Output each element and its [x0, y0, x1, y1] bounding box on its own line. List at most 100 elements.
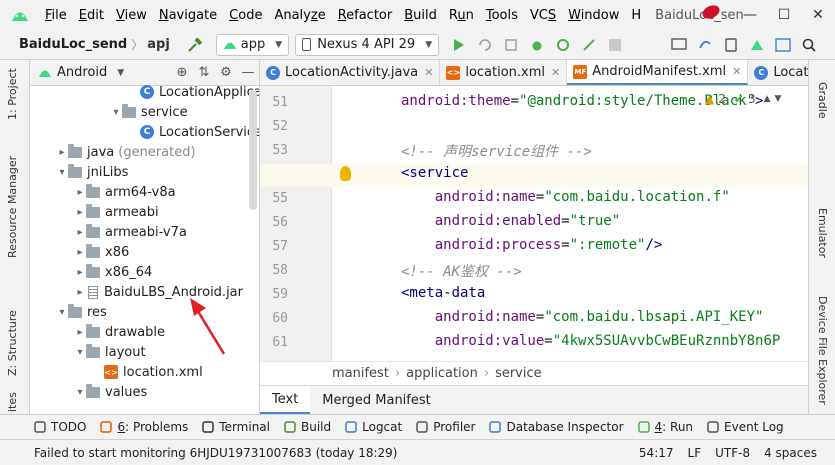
- tab-device-file-explorer[interactable]: Device File Explorer: [816, 296, 829, 405]
- line-separator[interactable]: LF: [688, 446, 702, 460]
- chevron-down-icon[interactable]: ▾: [110, 107, 122, 118]
- close-icon[interactable]: ✕: [801, 7, 835, 23]
- breadcrumb-manifest[interactable]: manifest: [332, 366, 389, 381]
- menu-navigate[interactable]: Navigate: [153, 8, 223, 23]
- menu-file[interactable]: File: [39, 8, 73, 23]
- tree-item-arm64-v8a[interactable]: ▸ arm64-v8a: [74, 182, 176, 202]
- menu-run[interactable]: Run: [443, 8, 480, 23]
- tool-terminal[interactable]: Terminal: [202, 420, 270, 434]
- menu-window[interactable]: Window: [562, 8, 625, 23]
- menu-view[interactable]: View: [110, 8, 153, 23]
- menu-tools[interactable]: Tools: [480, 8, 524, 23]
- tree-item-jnilibs[interactable]: ▾ jniLibs: [56, 162, 128, 182]
- chevron-right-icon[interactable]: ▸: [74, 327, 86, 338]
- tab-structure[interactable]: Z: Structure: [6, 310, 19, 376]
- breadcrumb-application[interactable]: application: [406, 366, 478, 381]
- tree-item-values[interactable]: ▾ values: [74, 382, 147, 402]
- chevron-down-icon[interactable]: ▾: [74, 347, 86, 358]
- tab-resource-manager[interactable]: Resource Manager: [6, 156, 19, 258]
- gear-icon[interactable]: ⚙: [215, 65, 237, 80]
- run-icon[interactable]: [448, 34, 470, 56]
- close-icon[interactable]: ✕: [732, 65, 741, 78]
- device-dropdown[interactable]: Nexus 4 API 29 ▼: [295, 33, 440, 56]
- menu-vcs[interactable]: VCS: [524, 8, 562, 23]
- collapse-all-icon[interactable]: ⇅: [193, 65, 215, 80]
- tool-build[interactable]: Build: [284, 420, 331, 434]
- tool-logcat[interactable]: Logcat: [345, 420, 402, 434]
- project-scrollbar[interactable]: [249, 90, 257, 210]
- debug-icon[interactable]: [526, 34, 548, 56]
- inspection-widget[interactable]: ▲ 2 ✔ 3 ▲ ▼: [705, 92, 781, 106]
- menu-build[interactable]: Build: [398, 8, 443, 23]
- minimize-icon[interactable]: —: [733, 7, 767, 23]
- close-icon[interactable]: ✕: [551, 66, 560, 79]
- chevron-right-icon[interactable]: ▸: [56, 147, 68, 158]
- chevron-down-icon[interactable]: ▼: [775, 94, 782, 104]
- stop-icon[interactable]: [604, 34, 626, 56]
- chevron-right-icon[interactable]: ▸: [74, 227, 86, 238]
- tab-locationactivity-java[interactable]: C LocationActivity.java ✕: [260, 60, 441, 85]
- tree-item-layout[interactable]: ▾ layout: [74, 342, 146, 362]
- close-icon[interactable]: ✕: [424, 66, 433, 79]
- maximize-icon[interactable]: ☐: [767, 7, 801, 23]
- tab-location-xml[interactable]: <> location.xml ✕: [440, 60, 568, 85]
- tab-merged-manifest[interactable]: Merged Manifest: [310, 386, 442, 414]
- code-editor[interactable]: 5152535455565758596061 android:theme="@a…: [260, 86, 808, 361]
- project-view-selector[interactable]: Android: [57, 65, 107, 80]
- tree-item-x86-64[interactable]: ▸ x86_64: [74, 262, 152, 282]
- tab-project[interactable]: 1: Project: [6, 68, 19, 120]
- status-message[interactable]: Failed to start monitoring 6HJDU19731007…: [34, 446, 397, 460]
- chevron-right-icon[interactable]: ▸: [74, 287, 86, 298]
- hammer-icon[interactable]: [184, 34, 206, 56]
- file-encoding[interactable]: UTF-8: [715, 446, 750, 460]
- profile-icon[interactable]: [552, 34, 574, 56]
- chevron-down-icon[interactable]: ▾: [56, 307, 68, 318]
- tree-item-x86[interactable]: ▸ x86: [74, 242, 129, 262]
- tab-favorites[interactable]: ites: [6, 392, 19, 412]
- caret-position[interactable]: 54:17: [639, 446, 674, 460]
- attach-debugger-icon[interactable]: [578, 34, 600, 56]
- menu-h[interactable]: H: [625, 8, 647, 23]
- tab-text[interactable]: Text: [260, 386, 311, 414]
- avd-manager-icon[interactable]: [720, 34, 742, 56]
- chevron-down-icon[interactable]: ▾: [56, 167, 68, 178]
- tool-profiler[interactable]: Profiler: [416, 420, 475, 434]
- tab-androidmanifest-xml[interactable]: MF AndroidManifest.xml ✕: [567, 60, 749, 85]
- hide-icon[interactable]: —: [237, 65, 259, 80]
- tree-item-locationapplication[interactable]: C LocationApplication: [128, 82, 259, 102]
- search-icon[interactable]: [798, 34, 820, 56]
- chevron-right-icon[interactable]: ▸: [74, 187, 86, 198]
- tree-item-java[interactable]: ▸ java (generated): [56, 142, 196, 162]
- breadcrumb-service[interactable]: service: [495, 366, 542, 381]
- menu-code[interactable]: Code: [223, 8, 268, 23]
- tree-item-drawable[interactable]: ▸ drawable: [74, 322, 165, 342]
- indent-setting[interactable]: 4 spaces: [764, 446, 817, 460]
- menu-edit[interactable]: Edit: [73, 8, 110, 23]
- tree-item-location-xml[interactable]: <> location.xml: [92, 362, 203, 382]
- chevron-down-icon[interactable]: ▾: [74, 387, 86, 398]
- tool-6-problems[interactable]: 6: Problems: [100, 420, 188, 434]
- menu-analyze[interactable]: Analyze: [268, 8, 331, 23]
- sync-gradle-icon[interactable]: [694, 34, 716, 56]
- breadcrumb-project[interactable]: BaiduLoc_send: [0, 37, 127, 52]
- run-config-dropdown[interactable]: app ▼: [215, 33, 290, 56]
- tool-todo[interactable]: TODO: [34, 420, 86, 434]
- apply-code-changes-icon[interactable]: [500, 34, 522, 56]
- tool-event-log[interactable]: Event Log: [707, 420, 784, 434]
- menu-refactor[interactable]: Refactor: [332, 8, 399, 23]
- device-manager-icon[interactable]: [668, 34, 690, 56]
- chevron-right-icon[interactable]: ▸: [74, 247, 86, 258]
- chevron-right-icon[interactable]: ▸: [74, 207, 86, 218]
- sdk-manager-icon[interactable]: [746, 34, 768, 56]
- project-structure-icon[interactable]: [772, 34, 794, 56]
- tab-emulator[interactable]: Emulator: [816, 208, 829, 258]
- tree-item-res[interactable]: ▾ res: [56, 302, 107, 322]
- chevron-right-icon[interactable]: ▸: [74, 267, 86, 278]
- tree-item-armeabi-v7a[interactable]: ▸ armeabi-v7a: [74, 222, 187, 242]
- chevron-down-icon[interactable]: ▼: [117, 68, 124, 78]
- tab-gradle[interactable]: Gradle: [816, 82, 829, 119]
- tree-item-service[interactable]: ▾ service: [110, 102, 188, 122]
- breadcrumb-module[interactable]: apj: [147, 37, 170, 52]
- tool-database-inspector[interactable]: Database Inspector: [489, 420, 624, 434]
- locate-icon[interactable]: ⊕: [171, 65, 193, 80]
